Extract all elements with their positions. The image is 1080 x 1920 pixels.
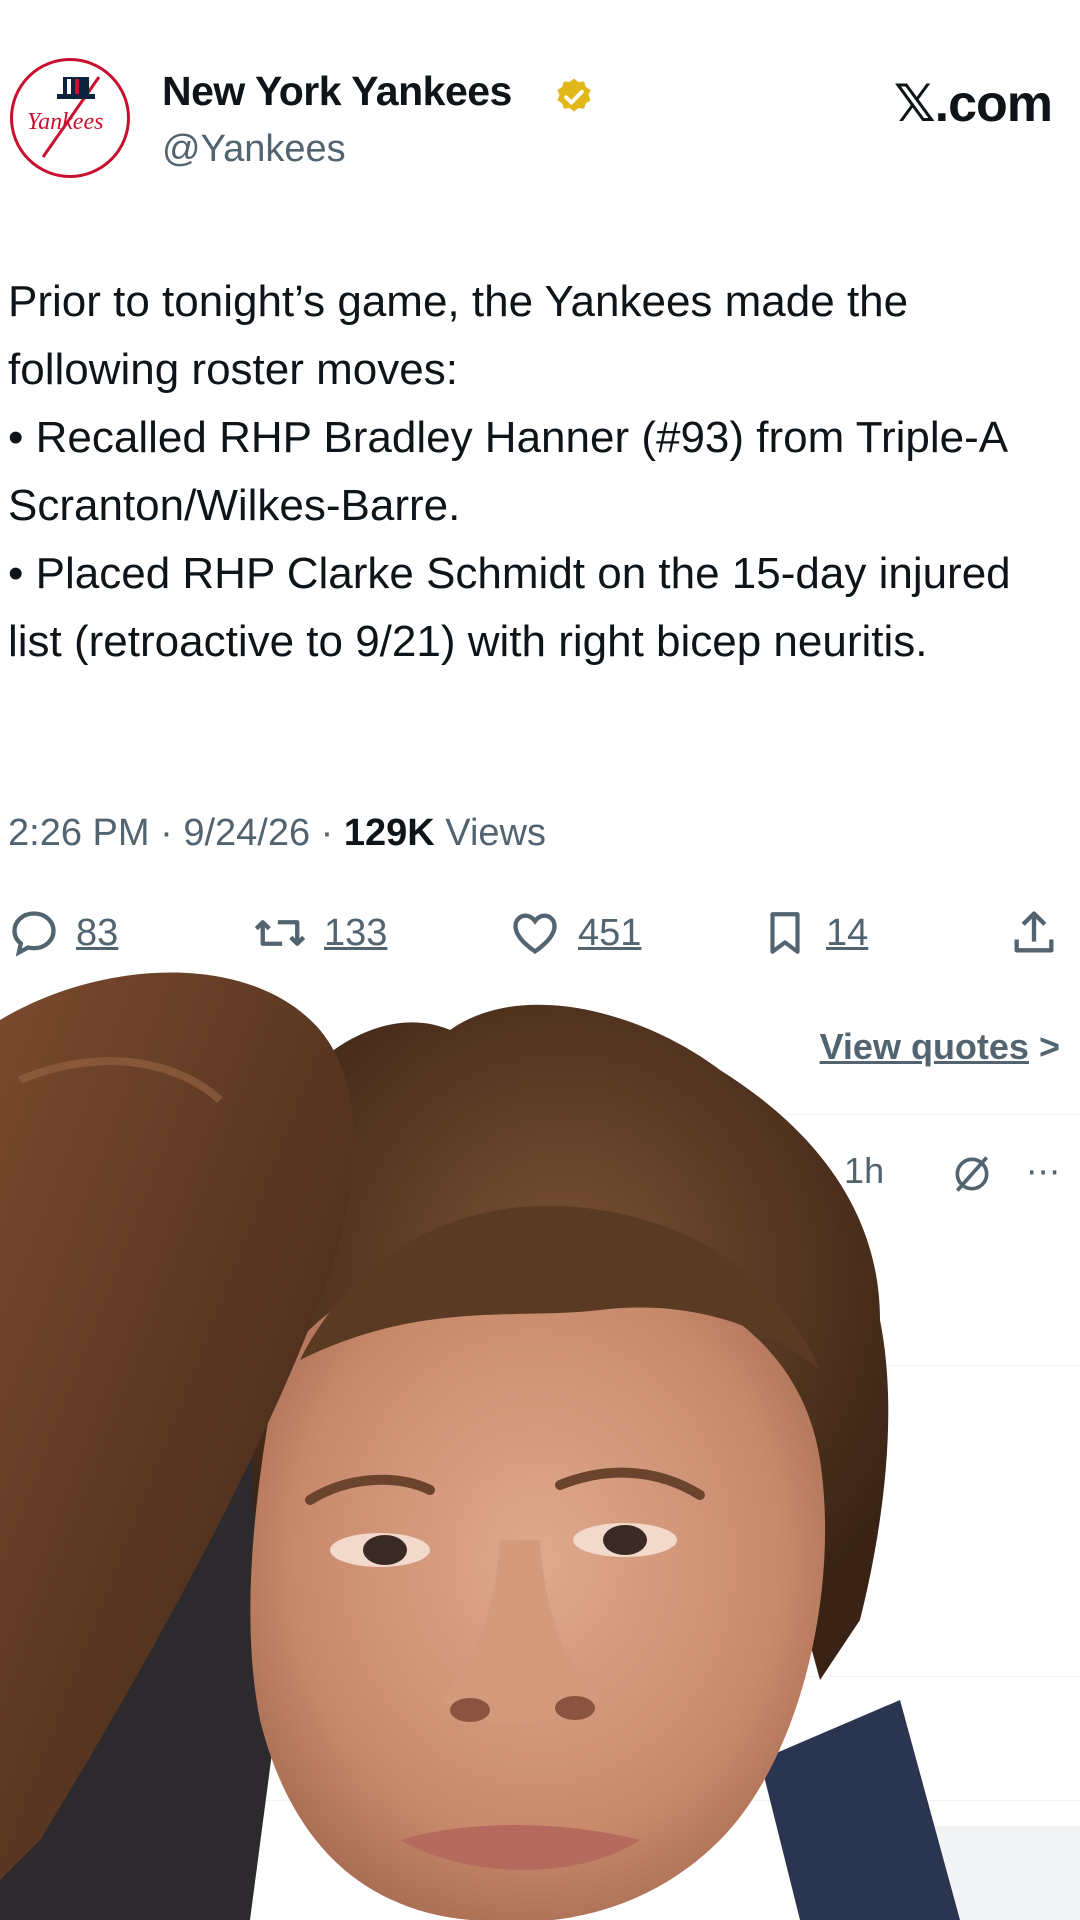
tweet-date[interactable]: 9/24/26 <box>183 812 310 854</box>
overlay-photo <box>0 972 960 1920</box>
meta-separator: · <box>320 812 334 854</box>
tweet-text: Prior to tonight’s game, the Yankees mad… <box>8 277 1011 666</box>
account-name[interactable]: New York Yankees <box>162 68 512 115</box>
views-count: 129K <box>343 812 435 854</box>
views-label: Views <box>445 812 546 854</box>
account-handle[interactable]: @Yankees <box>162 128 346 171</box>
site-brand: 𝕏.com <box>893 75 1053 133</box>
tweet-time[interactable]: 2:26 PM <box>8 812 150 854</box>
tweet-meta: 2:26 PM · 9/24/26 · 129K Views <box>8 812 546 855</box>
logo-text: Yankees <box>27 109 103 135</box>
verified-icon <box>557 78 591 112</box>
avatar[interactable]: Yankees <box>10 58 130 178</box>
meta-separator: · <box>160 812 173 854</box>
yankees-logo: Yankees <box>16 64 124 172</box>
